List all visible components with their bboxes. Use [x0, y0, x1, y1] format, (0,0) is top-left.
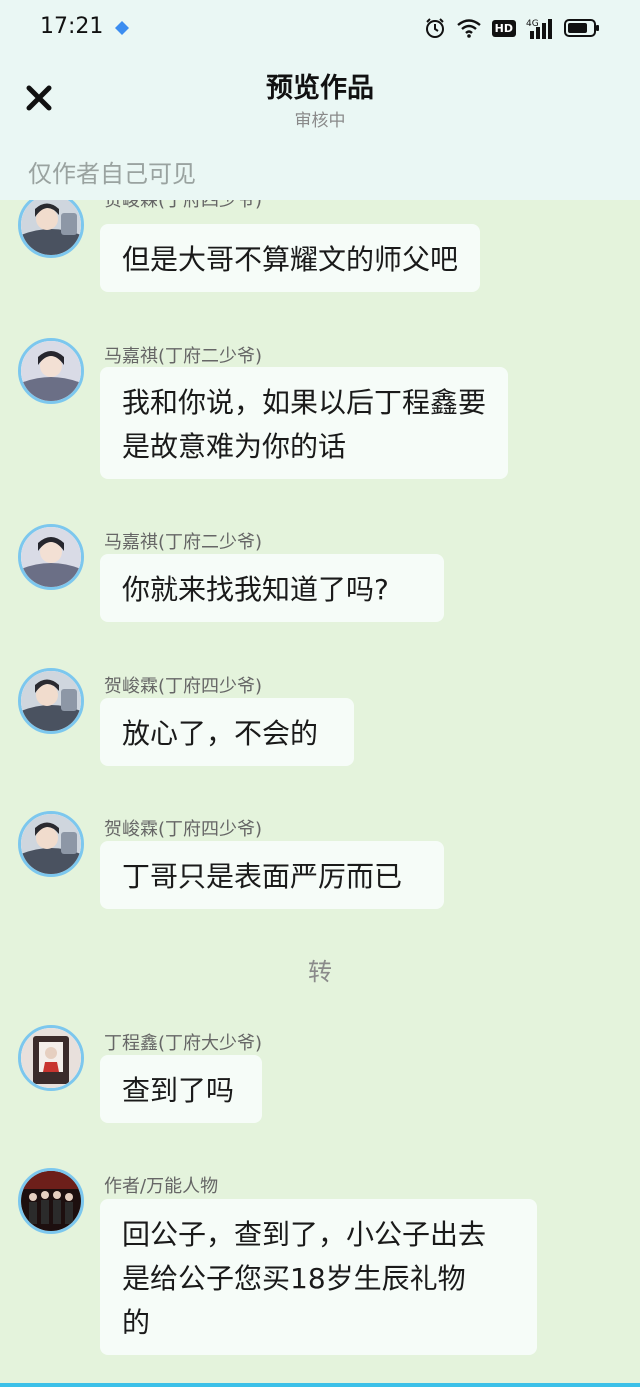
status-time: 17:21 [40, 14, 104, 39]
group-image [21, 1171, 81, 1231]
battery-icon [564, 19, 599, 37]
message-bubble[interactable]: 放心了，不会的 [100, 698, 354, 766]
portrait-avatar-ma[interactable] [18, 338, 84, 404]
portrait-image [21, 200, 81, 255]
portrait-avatar-he[interactable] [18, 200, 84, 258]
message-text: 查到了吗 [122, 1074, 235, 1107]
portrait-image [21, 341, 81, 401]
bottom-indicator [0, 1383, 640, 1387]
status-bar: 17:21 HD 4G [0, 0, 640, 58]
message-text-line: 的 [122, 1306, 151, 1339]
message-text-line: 是故意难为你的话 [122, 430, 347, 463]
sender-name: 贺峻霖(丁府四少爷) [104, 200, 263, 211]
sender-name: 马嘉祺(丁府二少爷) [104, 346, 263, 367]
wifi-icon [456, 19, 481, 38]
message-bubble[interactable]: 但是大哥不算耀文的师父吧 [100, 224, 481, 292]
message-text-line: 是给公子您买18岁生辰礼物 [122, 1262, 466, 1295]
portrait-image [21, 671, 81, 731]
alarm-icon [425, 18, 444, 38]
sender-name: 作者/万能人物 [104, 1176, 219, 1197]
hd-icon: HD [491, 19, 516, 37]
portrait-avatar-he[interactable] [18, 668, 84, 734]
message-text-line: 我和你说，如果以后丁程鑫要 [122, 386, 487, 419]
preview-header: 预览作品 审核中 仅作者自己可见 [0, 58, 640, 200]
message-bubble[interactable]: 回公子，查到了，小公子出去 是给公子您买18岁生辰礼物 的 [100, 1199, 537, 1355]
chat-list[interactable]: 贺峻霖(丁府四少爷) 但是大哥不算耀文的师父吧 马嘉祺(丁府二少爷) 我和你说，… [0, 200, 640, 1383]
portrait-image [21, 814, 81, 874]
review-status: 审核中 [294, 111, 346, 131]
visibility-note: 仅作者自己可见 [28, 160, 196, 188]
app-notification-icon [115, 21, 129, 35]
message-text: 丁哥只是表面严厉而已 [122, 860, 403, 893]
page-title: 预览作品 [266, 73, 374, 104]
portrait-image [21, 1028, 81, 1088]
portrait-avatar-ma[interactable] [18, 524, 84, 590]
sender-name: 贺峻霖(丁府四少爷) [104, 819, 263, 840]
portrait-image [21, 527, 81, 587]
message-bubble[interactable]: 丁哥只是表面严厉而已 [100, 841, 444, 909]
scene-divider: 转 [308, 958, 332, 986]
message-text: 你就来找我知道了吗? [122, 573, 389, 606]
sender-name: 丁程鑫(丁府大少爷) [104, 1033, 263, 1054]
message-text: 放心了，不会的 [122, 717, 319, 750]
message-bubble[interactable]: 查到了吗 [100, 1055, 262, 1123]
message-text-line: 回公子，查到了，小公子出去 [122, 1218, 487, 1251]
message-bubble[interactable]: 我和你说，如果以后丁程鑫要 是故意难为你的话 [100, 367, 509, 479]
group-avatar-author[interactable] [18, 1168, 84, 1234]
sender-name: 马嘉祺(丁府二少爷) [104, 532, 263, 553]
message-bubble[interactable]: 你就来找我知道了吗? [100, 554, 444, 622]
portrait-avatar-ding[interactable] [18, 1025, 84, 1091]
message-text: 但是大哥不算耀文的师父吧 [122, 243, 459, 276]
portrait-avatar-he[interactable] [18, 811, 84, 877]
status-icons: HD 4G [424, 14, 600, 42]
signal-icon: 4G [526, 19, 552, 39]
sender-name: 贺峻霖(丁府四少爷) [104, 676, 263, 697]
